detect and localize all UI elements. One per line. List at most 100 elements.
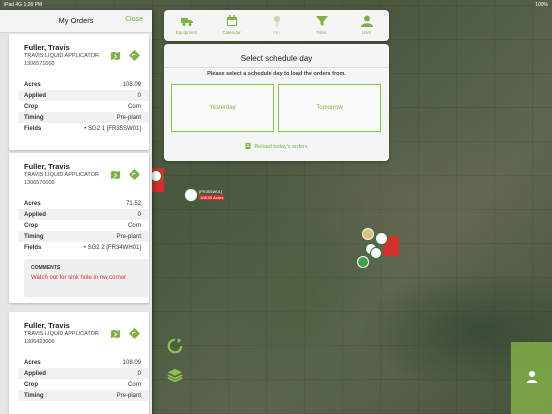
row-label: Crop [24,103,38,110]
order-card[interactable]: Fuller, Travis TRAVIS LIQUID APPLICATOR … [9,153,149,303]
row-label: Fields [24,125,42,132]
toolbar-label: User [361,30,372,35]
row-label: Acres [24,359,41,366]
applicator-name: TRAVIS LIQUID APPLICATOR [24,172,99,178]
toolbar-filter[interactable]: Filter [299,10,344,41]
layers-icon[interactable] [166,366,184,384]
document-icon [245,143,251,149]
field-label: [FR35SW01] [199,189,222,194]
top-toolbar: Equipment Calendar Pin Filter User [164,10,389,41]
comments-box: COMMENTS Watch out for sink hole in nw c… [24,259,149,297]
yesterday-button[interactable]: Yesterday [171,84,274,132]
order-card[interactable]: Fuller, Travis TRAVIS LIQUID APPLICATOR … [9,312,149,414]
crop-row: Crop Corn [24,101,141,112]
equipment-marker[interactable] [184,188,198,202]
orders-panel: My Orders Close Fuller, Travis TRAVIS LI… [0,10,152,414]
row-value: Pre-plant [116,392,141,399]
location-button[interactable] [511,342,552,414]
toolbar-label: Filter [316,30,327,35]
field-acres-label: 108.09 Acres [199,195,225,200]
row-value: Corn [127,381,141,388]
order-number: 1306570000 [24,180,55,186]
row-value: • SG2 1 [FR35SW01] [84,125,141,132]
comments-body: Watch out for sink hole in nw corner [31,275,127,281]
map-icon[interactable] [110,328,121,339]
row-value: 108.09 [122,81,141,88]
row-label: Fields [24,244,42,251]
row-label: Acres [24,81,41,88]
row-value: 0 [137,92,141,99]
row-value: 71.52 [125,200,141,207]
applied-row: Applied 0 [18,368,149,379]
toolbar-label: Equipment [175,30,198,35]
calendar-icon [226,15,237,26]
acres-row: Acres 108.09 [24,357,141,368]
row-value: Pre-plant [116,114,141,121]
fields-row: Fields • SG2 2 [FR34WH01] [24,242,141,253]
customer-name: Fuller, Travis [24,321,70,330]
order-number: 1306571000 [24,61,55,67]
navigate-icon[interactable] [129,50,140,61]
reload-label: Reload today's orders [254,144,308,150]
orders-header: My Orders Close [0,10,152,33]
reload-orders-link[interactable]: Reload today's orders [164,143,389,150]
toolbar-equipment[interactable]: Equipment [164,10,209,41]
row-label: Applied [24,370,46,377]
schedule-panel: Select schedule day Please select a sche… [164,44,389,161]
map-icon[interactable] [110,50,121,61]
divider [164,67,389,68]
toolbar-label: Calendar [222,30,241,35]
order-marker[interactable] [357,256,369,268]
customer-name: Fuller, Travis [24,43,70,52]
crop-row: Crop Corn [24,220,141,231]
row-label: Timing [24,114,44,121]
toolbar-calendar[interactable]: Calendar [209,10,254,41]
toolbar-user[interactable]: User [344,10,389,41]
status-left: iPad 4G 1:28 PM [4,2,43,8]
row-value: 108.09 [122,359,141,366]
customer-name: Fuller, Travis [24,162,70,171]
location-icon [527,371,537,383]
timing-row: Timing Pre-plant [18,112,149,123]
toolbar-label: Pin [273,30,280,35]
tomorrow-button[interactable]: Tomorrow [278,84,381,132]
timing-row: Timing Pre-plant [18,390,149,401]
order-number: 1306423000 [24,339,55,345]
applied-row: Applied 0 [18,90,149,101]
user-icon [360,15,373,27]
schedule-message: Please select a schedule day to load the… [207,71,346,77]
order-marker[interactable] [375,232,388,245]
crop-row: Crop Corn [24,379,141,390]
order-card[interactable]: Fuller, Travis TRAVIS LIQUID APPLICATOR … [9,34,149,150]
timing-row: Timing Pre-plant [18,231,149,242]
refresh-icon[interactable] [166,337,184,355]
row-label: Timing [24,392,44,399]
row-label: Crop [24,381,38,388]
applicator-name: TRAVIS LIQUID APPLICATOR [24,53,99,59]
toolbar-pin[interactable]: Pin [254,10,299,41]
applied-row: Applied 0 [18,209,149,220]
status-right: 100% [535,2,548,8]
acres-row: Acres 71.52 [24,198,141,209]
row-label: Applied [24,92,46,99]
navigate-icon[interactable] [129,169,140,180]
row-label: Acres [24,200,41,207]
row-value: Corn [127,103,141,110]
row-value: Corn [127,222,141,229]
filter-icon [315,16,328,26]
map-icon[interactable] [110,169,121,180]
row-value: • SG2 2 [FR34WH01] [83,244,141,251]
schedule-title: Select schedule day [240,54,313,63]
pin-icon [273,16,280,27]
status-bar: iPad 4G 1:28 PM 100% [0,0,552,10]
close-button[interactable]: Close [125,16,143,23]
row-value: Pre-plant [116,233,141,240]
applicator-name: TRAVIS LIQUID APPLICATOR [24,331,99,337]
truck-icon [180,18,193,26]
order-marker[interactable] [362,228,374,240]
row-label: Crop [24,222,38,229]
row-label: Applied [24,211,46,218]
row-value: 0 [137,370,141,377]
navigate-icon[interactable] [129,328,140,339]
order-marker[interactable] [370,247,382,259]
